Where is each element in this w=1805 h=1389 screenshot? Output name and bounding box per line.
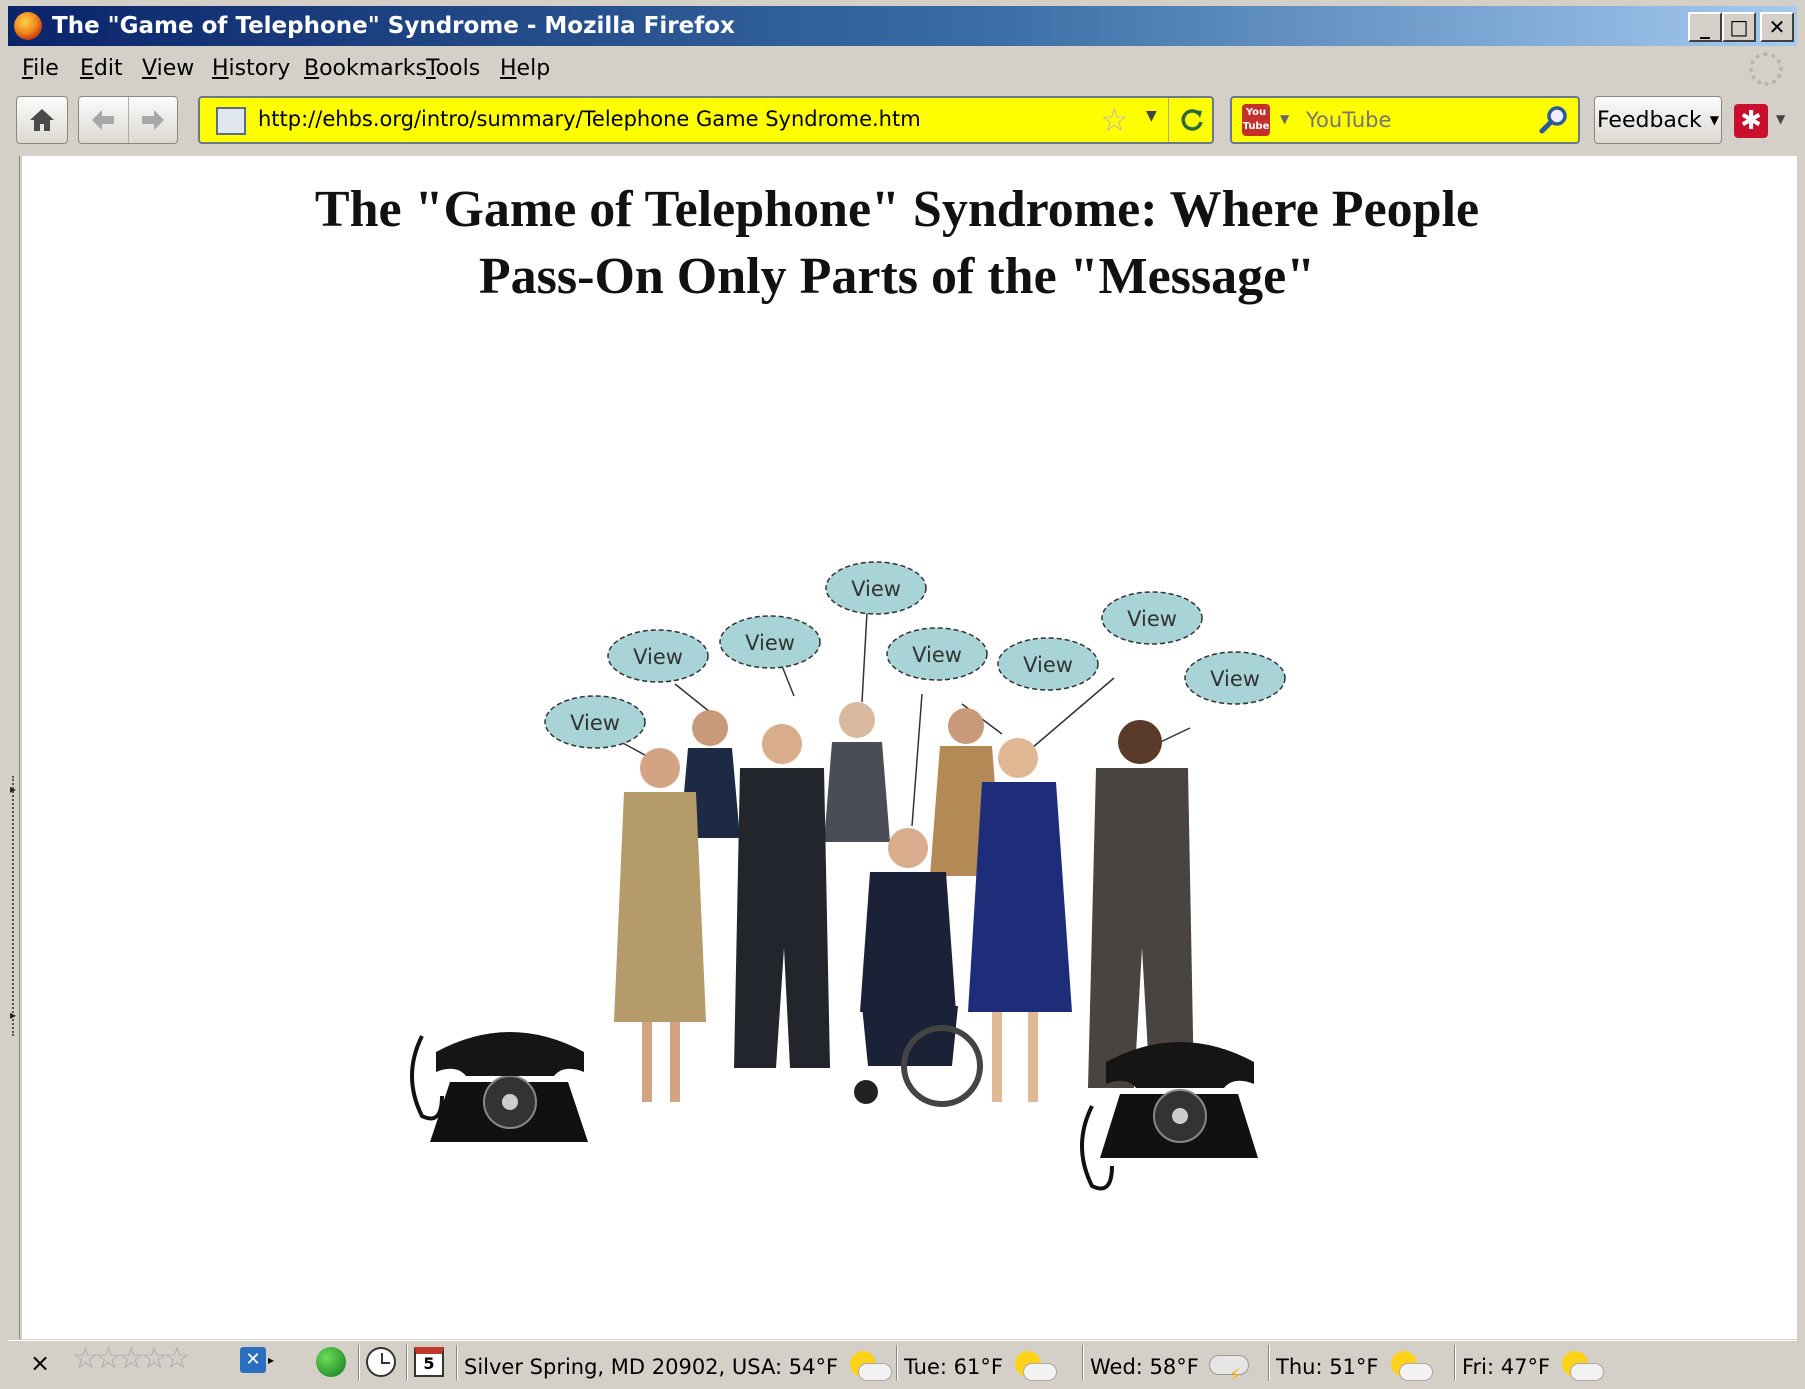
menu-help[interactable]: Help (500, 56, 550, 81)
menu-history[interactable]: History (212, 56, 290, 81)
storm-cloud-icon: ⚡ (1205, 1349, 1255, 1385)
feedback-button[interactable]: Feedback ▼ (1594, 96, 1722, 144)
navigation-toolbar: http://ehbs.org/intro/summary/Telephone … (8, 92, 1797, 152)
sidebar-splitter[interactable]: ▸ ▸ (8, 156, 20, 1339)
reload-button[interactable] (1168, 98, 1214, 142)
menu-bar: File Edit View History Bookmarks Tools H… (8, 48, 1797, 92)
url-bar[interactable]: http://ehbs.org/intro/summary/Telephone … (198, 96, 1214, 144)
maximize-button[interactable]: □ (1722, 12, 1756, 42)
page-title: The "Game of Telephone" Syndrome: Where … (314, 181, 1480, 305)
browser-window: The "Game of Telephone" Syndrome - Mozil… (0, 0, 1805, 1389)
forecast-fri-label: Fri: 47°F (1462, 1355, 1551, 1379)
home-icon (30, 109, 54, 131)
partly-cloudy-icon (844, 1349, 894, 1385)
view-bubble-label: View (1023, 653, 1073, 677)
url-text[interactable]: http://ehbs.org/intro/summary/Telephone … (258, 107, 921, 131)
reload-icon (1181, 109, 1203, 131)
view-bubble-label: View (1127, 607, 1177, 631)
menu-view[interactable]: View (142, 56, 194, 81)
partly-cloudy-icon (1009, 1349, 1059, 1385)
view-bubble-label: View (912, 643, 962, 667)
forecast-fri[interactable]: Fri: 47°F (1462, 1349, 1606, 1385)
back-arrow-icon (92, 110, 115, 130)
back-forward-group (78, 96, 178, 144)
close-statusbar-icon[interactable]: × (30, 1349, 50, 1377)
maximize-icon: □ (1729, 15, 1749, 39)
view-bubble-label: View (570, 711, 620, 735)
title-bar: The "Game of Telephone" Syndrome - Mozil… (8, 6, 1797, 46)
clock-icon[interactable] (366, 1347, 396, 1377)
telephone-right-icon (1080, 1042, 1258, 1191)
search-bar[interactable]: You Tube ▼ (1230, 96, 1580, 144)
throbber-icon (1749, 52, 1783, 86)
business-people-group (614, 702, 1194, 1107)
forecast-tue[interactable]: Tue: 61°F (904, 1349, 1059, 1385)
search-input[interactable] (1306, 106, 1526, 134)
expand-arrow-icon[interactable]: ▸ (10, 1008, 16, 1022)
window-title: The "Game of Telephone" Syndrome - Mozil… (52, 13, 735, 39)
menu-file[interactable]: File (22, 56, 59, 81)
forecast-tue-label: Tue: 61°F (904, 1355, 1003, 1379)
feedback-label: Feedback (1596, 107, 1702, 133)
forward-button[interactable] (127, 97, 177, 143)
close-button[interactable]: ✕ (1760, 12, 1794, 42)
forecast-wed-label: Wed: 58°F (1090, 1355, 1199, 1379)
menu-tools[interactable]: Tools (426, 56, 480, 81)
partly-cloudy-icon (1556, 1349, 1606, 1385)
close-icon: ✕ (1768, 15, 1786, 39)
forward-arrow-icon (141, 110, 164, 130)
addon-x-icon[interactable]: ✕ ▸ (240, 1347, 274, 1373)
bookmark-star-icon[interactable]: ☆ (1100, 102, 1129, 138)
calendar-icon[interactable]: 5 (414, 1347, 444, 1377)
site-identity-icon[interactable] (216, 107, 246, 135)
minimize-icon: _ (1700, 15, 1710, 39)
grip-icon (12, 776, 14, 1036)
forecast-thu[interactable]: Thu: 51°F (1276, 1349, 1435, 1385)
addon-dropdown-icon[interactable]: ▼ (1776, 112, 1785, 126)
telephone-game-illustration: View View View View View View View View (410, 561, 1286, 1191)
view-bubble-label: View (851, 577, 901, 601)
status-green-icon[interactable] (316, 1347, 346, 1377)
menu-edit[interactable]: Edit (80, 56, 123, 81)
search-engine-dropdown-icon[interactable]: ▼ (1280, 112, 1289, 126)
view-bubble-label: View (745, 631, 795, 655)
rating-stars-icon[interactable]: ☆☆☆☆☆ (72, 1341, 191, 1376)
youtube-logo-icon[interactable]: You Tube (1242, 104, 1270, 136)
weather-current[interactable]: Silver Spring, MD 20902, USA: 54°F (464, 1349, 894, 1385)
view-bubble-label: View (1210, 667, 1260, 691)
back-button[interactable] (79, 97, 128, 143)
home-button[interactable] (16, 96, 68, 144)
url-history-dropdown-icon[interactable]: ▼ (1146, 108, 1157, 124)
page-content: The "Game of Telephone" Syndrome: Where … (22, 156, 1797, 1339)
firefox-icon (14, 12, 42, 40)
menu-bookmarks[interactable]: Bookmarks (304, 56, 427, 81)
view-bubbles: View View View View View View View View (544, 561, 1286, 749)
weather-location-temp: Silver Spring, MD 20902, USA: 54°F (464, 1355, 839, 1379)
forecast-thu-label: Thu: 51°F (1276, 1355, 1379, 1379)
partly-cloudy-icon (1385, 1349, 1435, 1385)
telephone-left-icon (410, 1032, 588, 1142)
forecast-wed[interactable]: Wed: 58°F ⚡ (1090, 1349, 1255, 1385)
chevron-down-icon: ▼ (1709, 113, 1719, 127)
calendar-day: 5 (414, 1347, 444, 1377)
magnifier-icon[interactable] (1538, 104, 1570, 136)
minimize-button[interactable]: _ (1688, 12, 1722, 42)
view-bubble-label: View (633, 645, 683, 669)
addon-button[interactable]: ✱ (1734, 104, 1768, 138)
status-bar: × ☆☆☆☆☆ ✕ ▸ 5 Silver Spring, MD 20902, US… (8, 1340, 1797, 1385)
